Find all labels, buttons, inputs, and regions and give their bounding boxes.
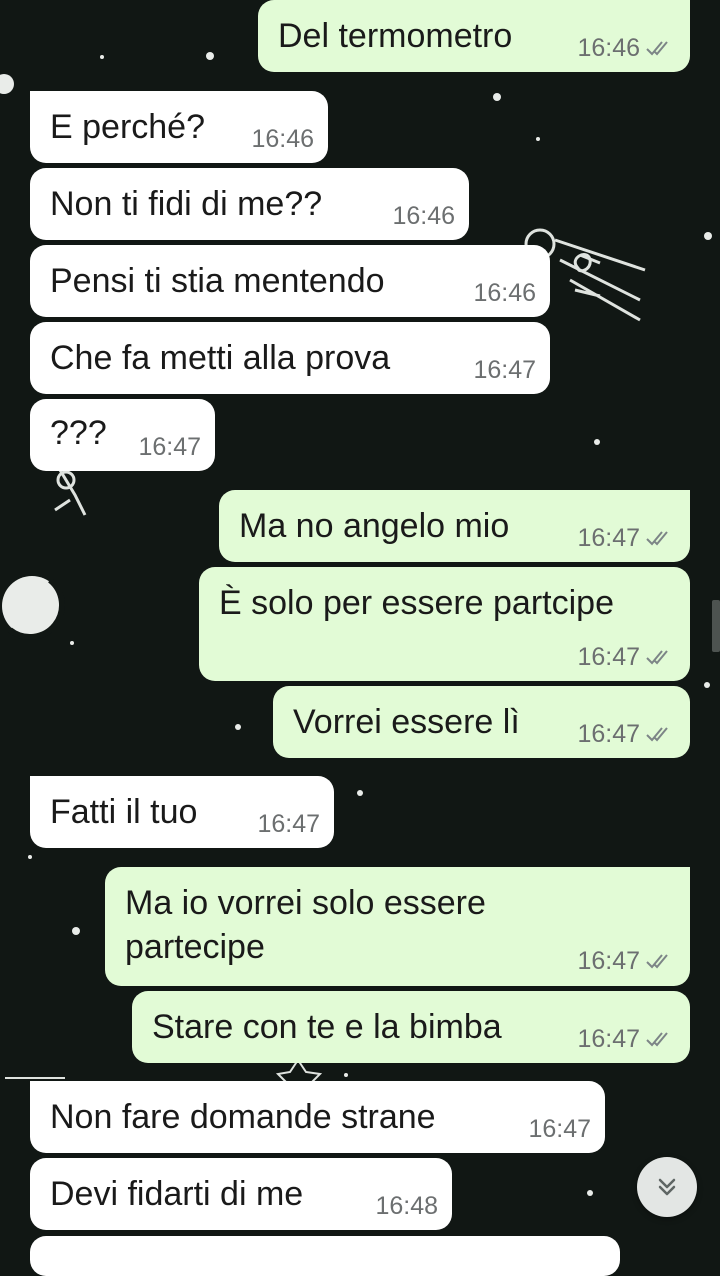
double-chevron-down-icon <box>658 1178 676 1196</box>
read-ticks-icon <box>646 531 668 546</box>
read-ticks-icon <box>646 1032 668 1047</box>
message-meta: 16:47 <box>577 720 674 748</box>
message-time: 16:47 <box>528 1115 591 1143</box>
scrollbar[interactable] <box>712 600 720 652</box>
message-bubble-outgoing[interactable]: Del termometro 16:46 <box>258 0 690 72</box>
message-text-line2: partecipe <box>125 928 265 966</box>
message-bubble-incoming[interactable]: Fatti il tuo 16:47 <box>30 776 334 848</box>
message-meta: 16:46 <box>577 34 674 62</box>
message-text: È solo per essere partcipe <box>219 584 614 622</box>
message-text: Pensi ti stia mentendo <box>50 262 385 300</box>
message-text: Vorrei essere lì <box>293 703 520 741</box>
scroll-to-bottom-button[interactable] <box>637 1157 697 1217</box>
message-text: Non fare domande strane <box>50 1098 436 1136</box>
read-ticks-icon <box>646 727 668 742</box>
message-bubble-outgoing[interactable]: Ma no angelo mio 16:47 <box>219 490 690 562</box>
message-time: 16:46 <box>577 34 640 62</box>
message-time: 16:47 <box>138 433 201 461</box>
message-text: Devi fidarti di me <box>50 1175 304 1213</box>
message-time: 16:46 <box>251 125 314 153</box>
message-text-line1: Ma io vorrei solo essere <box>125 884 486 922</box>
message-bubble-incoming[interactable]: Non ti fidi di me?? 16:46 <box>30 168 469 240</box>
message-meta: 16:47 <box>577 947 674 975</box>
read-ticks-icon <box>646 954 668 969</box>
message-bubble-outgoing[interactable]: Vorrei essere lì 16:47 <box>273 686 690 758</box>
message-bubble-outgoing[interactable]: È solo per essere partcipe 16:47 <box>199 567 690 681</box>
message-bubble-incoming[interactable]: ??? 16:47 <box>30 399 215 471</box>
message-meta: 16:47 <box>577 524 674 552</box>
message-time: 16:46 <box>392 202 455 230</box>
message-bubble-incoming[interactable]: Che fa metti alla prova 16:47 <box>30 322 550 394</box>
message-text: ??? <box>50 414 107 452</box>
message-text: Stare con te e la bimba <box>152 1008 502 1046</box>
message-text: Che fa metti alla prova <box>50 339 391 377</box>
read-ticks-icon <box>646 41 668 56</box>
message-bubble-outgoing[interactable]: Ma io vorrei solo essere partecipe 16:47 <box>105 867 690 986</box>
planet-doodle <box>2 576 62 636</box>
message-bubble-outgoing[interactable]: Stare con te e la bimba 16:47 <box>132 991 690 1063</box>
message-meta: 16:47 <box>577 1025 674 1053</box>
read-ticks-icon <box>646 650 668 665</box>
message-bubble-partial[interactable] <box>30 1236 620 1276</box>
message-text: Ma no angelo mio <box>239 507 510 545</box>
message-text: Non ti fidi di me?? <box>50 185 323 223</box>
message-text: E perché? <box>50 108 205 146</box>
message-bubble-incoming[interactable]: Devi fidarti di me 16:48 <box>30 1158 452 1230</box>
message-bubble-incoming[interactable]: Non fare domande strane 16:47 <box>30 1081 605 1153</box>
message-time: 16:47 <box>577 643 640 671</box>
message-meta: 16:47 <box>577 643 674 671</box>
message-time: 16:47 <box>577 1025 640 1053</box>
message-text: Del termometro <box>278 17 513 55</box>
message-time: 16:47 <box>577 720 640 748</box>
message-bubble-incoming[interactable]: E perché? 16:46 <box>30 91 328 163</box>
message-bubble-incoming[interactable]: Pensi ti stia mentendo 16:46 <box>30 245 550 317</box>
message-text: Fatti il tuo <box>50 793 198 831</box>
message-time: 16:47 <box>473 356 536 384</box>
message-time: 16:47 <box>257 810 320 838</box>
message-time: 16:46 <box>473 279 536 307</box>
message-time: 16:47 <box>577 524 640 552</box>
message-time: 16:47 <box>577 947 640 975</box>
message-time: 16:48 <box>375 1192 438 1220</box>
